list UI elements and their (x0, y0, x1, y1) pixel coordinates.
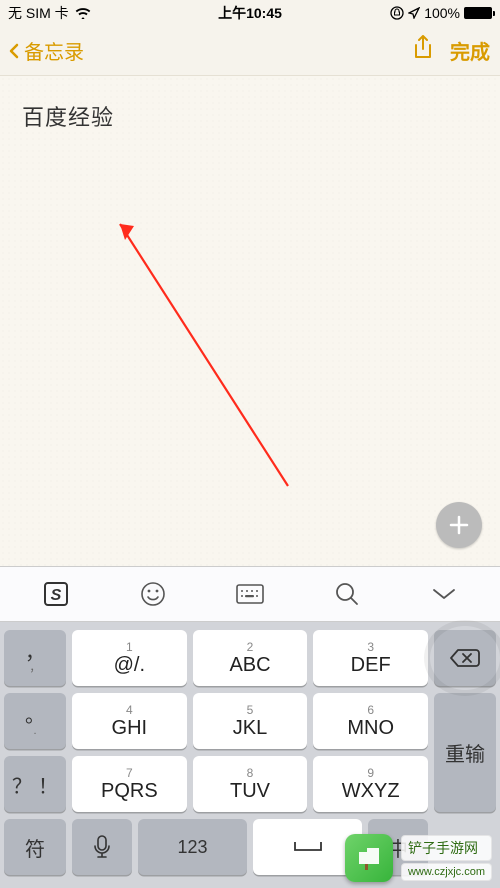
key-period[interactable]: 。 . (4, 693, 66, 749)
key-123[interactable]: 123 (138, 819, 247, 875)
search-button[interactable] (330, 577, 364, 611)
key-mic[interactable] (72, 819, 132, 875)
sogou-logo-button[interactable]: S (39, 577, 73, 611)
nav-bar: 备忘录 完成 (0, 26, 500, 76)
back-label: 备忘录 (24, 36, 84, 65)
key-symbol[interactable]: 符 (4, 819, 66, 875)
emoji-icon (140, 581, 166, 607)
collapse-keyboard-button[interactable] (427, 577, 461, 611)
svg-text:S: S (51, 587, 62, 604)
annotation-arrow (108, 216, 308, 506)
keyboard-icon (235, 583, 265, 605)
plus-icon (448, 514, 470, 536)
chevron-left-icon (6, 43, 22, 59)
battery-icon (464, 7, 492, 19)
key-comma-label: ， (25, 643, 45, 663)
key-question-exclaim[interactable]: ？ ！ (4, 756, 66, 812)
key-retype[interactable]: 重输 (434, 693, 496, 812)
note-text: 百度经验 (22, 100, 478, 132)
done-button[interactable]: 完成 (450, 36, 490, 65)
key-3[interactable]: 3DEF (313, 630, 428, 686)
watermark-url: www.czjxjc.com (401, 863, 492, 881)
microphone-icon (92, 834, 112, 860)
watermark-text: 铲子手游网 (401, 835, 492, 861)
key-1[interactable]: 1@/. (72, 630, 187, 686)
sogou-logo-icon: S (42, 580, 70, 608)
back-button[interactable]: 备忘录 (6, 36, 84, 65)
backspace-icon (449, 647, 481, 669)
watermark: 铲子手游网 www.czjxjc.com (337, 828, 500, 888)
search-icon (334, 581, 360, 607)
key-7[interactable]: 7PQRS (72, 756, 187, 812)
keyboard-layout-button[interactable] (233, 577, 267, 611)
emoji-button[interactable] (136, 577, 170, 611)
key-9[interactable]: 9WXYZ (313, 756, 428, 812)
key-5[interactable]: 5JKL (193, 693, 308, 749)
key-period-label: 。 (25, 706, 45, 726)
key-comma-period[interactable]: ， ， (4, 630, 66, 686)
share-icon (412, 35, 434, 61)
share-button[interactable] (412, 35, 434, 66)
add-button[interactable] (436, 502, 482, 548)
note-body[interactable]: 百度经验 (0, 76, 500, 566)
space-icon (293, 840, 323, 854)
key-6[interactable]: 6MNO (313, 693, 428, 749)
key-4[interactable]: 4GHI (72, 693, 187, 749)
watermark-logo-icon (345, 834, 393, 882)
keyboard-toolbar: S (0, 566, 500, 622)
key-8[interactable]: 8TUV (193, 756, 308, 812)
key-backspace[interactable] (434, 630, 496, 686)
status-time: 上午10:45 (0, 3, 500, 23)
status-bar: 无 SIM 卡 上午10:45 100% (0, 0, 500, 26)
chevron-down-icon (431, 586, 457, 602)
key-2[interactable]: 2ABC (193, 630, 308, 686)
